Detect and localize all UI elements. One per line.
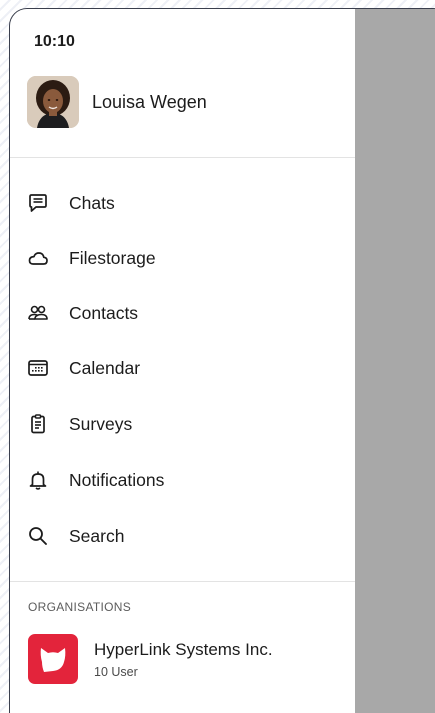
nav-label-notifications: Notifications xyxy=(69,469,165,490)
header-divider xyxy=(10,157,355,158)
navigation-drawer: 10:10 Louisa Wegen Chats Filestorage Con… xyxy=(10,9,355,713)
bell-icon xyxy=(27,469,49,491)
cloud-icon xyxy=(27,247,49,269)
organisations-divider xyxy=(10,581,355,582)
nav-item-filestorage[interactable]: Filestorage xyxy=(10,230,355,286)
organisation-text: HyperLink Systems Inc. 10 User xyxy=(94,640,273,679)
organisation-name: HyperLink Systems Inc. xyxy=(94,639,273,659)
search-icon xyxy=(27,525,49,547)
nav-label-contacts: Contacts xyxy=(69,302,139,323)
drawer-scrim[interactable] xyxy=(355,9,435,713)
contacts-icon xyxy=(27,302,49,324)
profile-name: Louisa Wegen xyxy=(92,91,207,112)
calendar-icon xyxy=(27,357,49,379)
avatar-portrait xyxy=(27,76,79,128)
device-screen: 10:10 Louisa Wegen Chats Filestorage Con… xyxy=(9,8,435,713)
nav-label-surveys: Surveys xyxy=(69,413,133,434)
nav-label-calendar: Calendar xyxy=(69,357,141,378)
app-frame: 10:10 Louisa Wegen Chats Filestorage Con… xyxy=(0,0,435,713)
nav-item-notifications[interactable]: Notifications xyxy=(10,452,355,508)
organisation-user-count: 10 User xyxy=(94,664,138,679)
nav-item-calendar[interactable]: Calendar xyxy=(10,340,355,396)
avatar xyxy=(27,76,79,128)
status-bar-time: 10:10 xyxy=(34,33,75,50)
nav-item-surveys[interactable]: Surveys xyxy=(10,396,355,452)
chat-icon xyxy=(27,192,49,214)
nav-item-contacts[interactable]: Contacts xyxy=(10,285,355,341)
nav-item-chats[interactable]: Chats xyxy=(10,175,355,231)
cat-logo-icon xyxy=(28,634,78,684)
profile-header[interactable]: Louisa Wegen xyxy=(27,76,207,128)
organisations-heading: ORGANISATIONS xyxy=(28,600,132,614)
nav-item-search[interactable]: Search xyxy=(10,508,355,564)
nav-label-search: Search xyxy=(69,525,125,546)
nav-label-filestorage: Filestorage xyxy=(69,247,156,268)
nav-label-chats: Chats xyxy=(69,192,115,213)
clipboard-icon xyxy=(27,413,49,435)
organisation-item[interactable]: HyperLink Systems Inc. 10 User xyxy=(28,634,273,684)
